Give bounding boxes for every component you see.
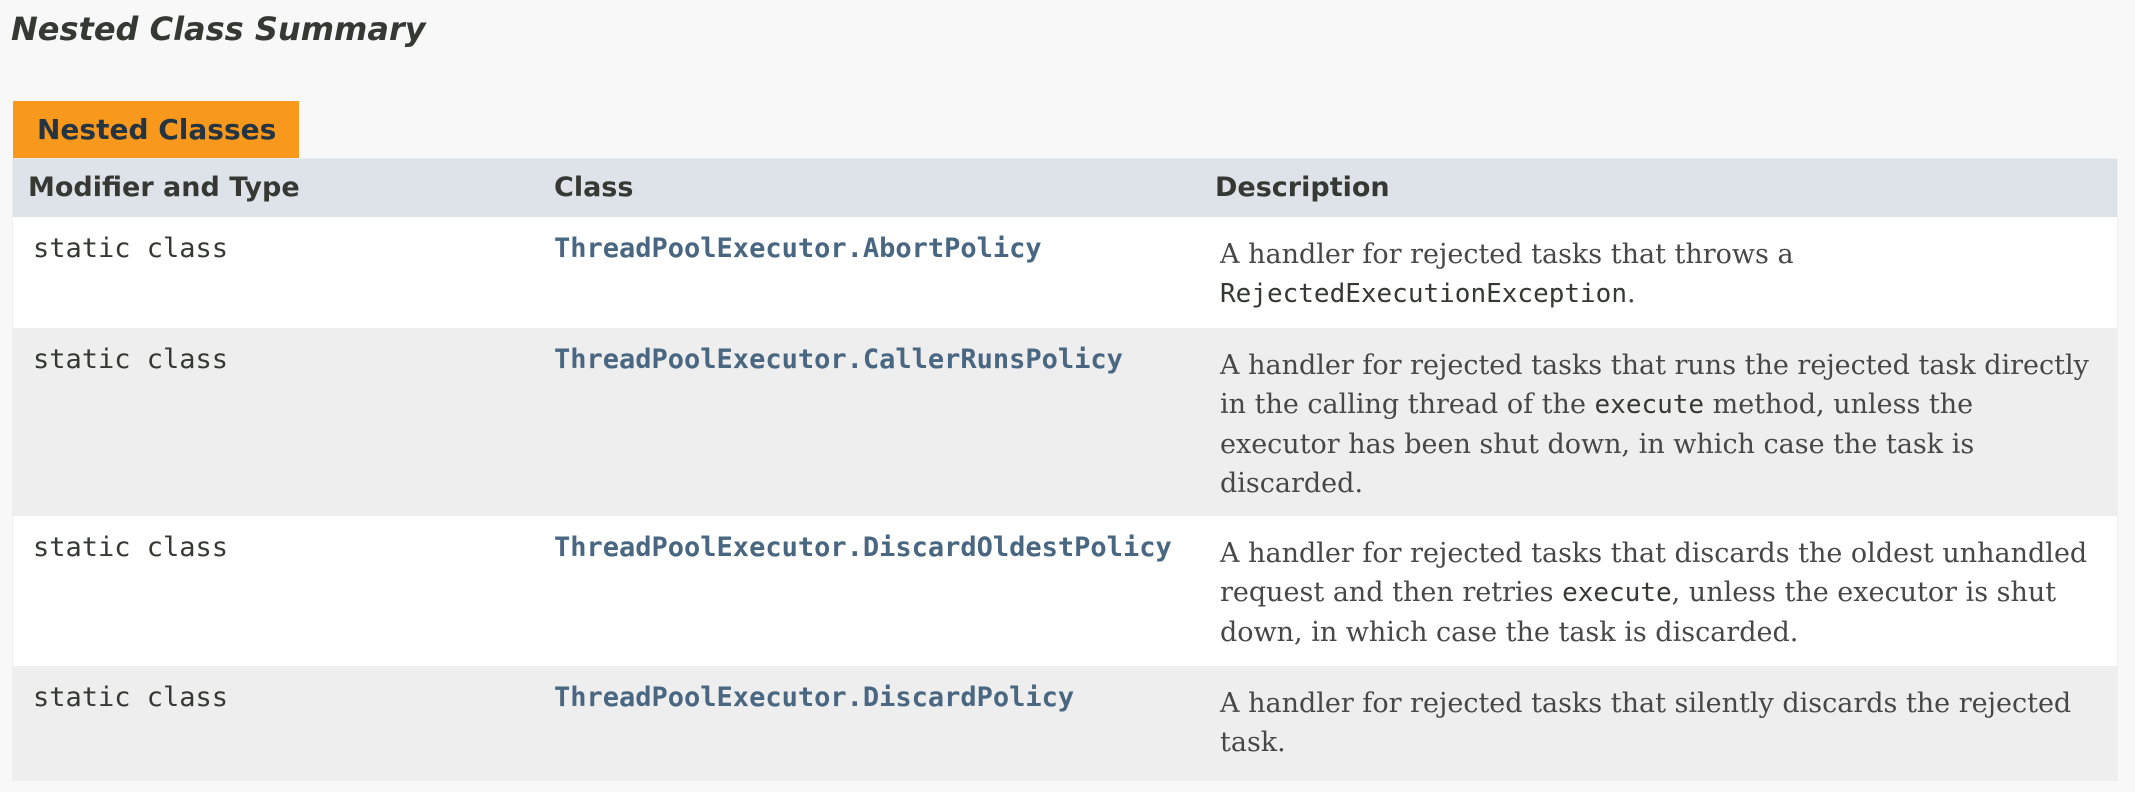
- description-text: A handler for rejected tasks that silent…: [1220, 688, 2072, 758]
- class-link-discard-oldest-policy[interactable]: ThreadPoolExecutor.DiscardOldestPolicy: [554, 528, 1172, 567]
- class-link-caller-runs-policy[interactable]: ThreadPoolExecutor.CallerRunsPolicy: [554, 340, 1123, 379]
- class-link-abort-policy[interactable]: ThreadPoolExecutor.AbortPolicy: [554, 229, 1042, 268]
- modifier-cell: static class: [33, 682, 229, 713]
- description-cell: A handler for rejected tasks that runs t…: [1220, 346, 2100, 503]
- description-cell: A handler for rejected tasks that throws…: [1220, 235, 2100, 314]
- table-header: Modifier and Type Class Description: [13, 159, 2117, 217]
- section-title: Nested Class Summary: [11, 10, 426, 48]
- description-cell: A handler for rejected tasks that discar…: [1220, 534, 2100, 652]
- column-header-description: Description: [1215, 172, 1390, 203]
- table-row: static class ThreadPoolExecutor.DiscardO…: [13, 516, 2117, 666]
- description-code: execute: [1594, 390, 1705, 420]
- description-text: .: [1627, 278, 1636, 309]
- table-row: static class ThreadPoolExecutor.CallerRu…: [13, 328, 2117, 516]
- javadoc-page: Nested Class Summary Nested Classes Modi…: [0, 0, 2135, 792]
- class-link-discard-policy[interactable]: ThreadPoolExecutor.DiscardPolicy: [554, 678, 1074, 717]
- description-code: RejectedExecutionException: [1220, 279, 1627, 309]
- description-text: A handler for rejected tasks that throws…: [1220, 239, 1794, 270]
- column-header-modifier: Modifier and Type: [28, 172, 300, 203]
- tab-nested-classes[interactable]: Nested Classes: [13, 101, 299, 158]
- modifier-cell: static class: [33, 233, 229, 264]
- modifier-cell: static class: [33, 344, 229, 375]
- description-cell: A handler for rejected tasks that silent…: [1220, 684, 2100, 762]
- table-row: static class ThreadPoolExecutor.DiscardP…: [13, 666, 2117, 780]
- description-code: execute: [1562, 578, 1672, 608]
- table-row: static class ThreadPoolExecutor.AbortPol…: [13, 217, 2117, 328]
- nested-class-table: Modifier and Type Class Description stat…: [12, 158, 2118, 781]
- column-header-class: Class: [554, 172, 634, 203]
- modifier-cell: static class: [33, 532, 229, 563]
